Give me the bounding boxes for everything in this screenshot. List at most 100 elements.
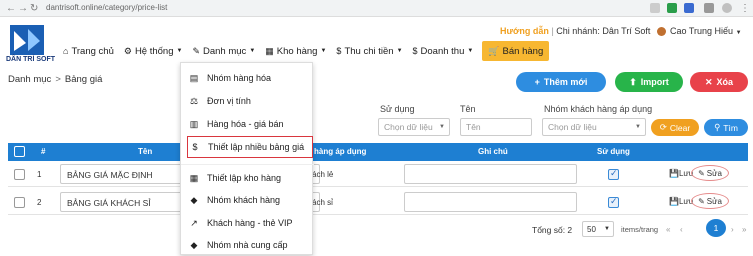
nav-category[interactable]: ✎ Danh mục ▼ bbox=[187, 40, 260, 62]
nav-warehouse[interactable]: ▦ Kho hàng ▼ bbox=[260, 40, 331, 62]
menu-item-supplier-group[interactable]: ◆ Nhóm nhà cung cấp bbox=[181, 234, 314, 256]
breadcrumb: Danh mục > Bảng giá bbox=[8, 74, 102, 85]
puzzle-icon[interactable] bbox=[704, 3, 714, 13]
nav-home[interactable]: ⌂ Trang chủ bbox=[58, 40, 119, 62]
menu-item-label: Hàng hóa - giá bán bbox=[207, 119, 284, 129]
name-filter-placeholder: Tên bbox=[466, 122, 481, 132]
next-page-icon[interactable]: › bbox=[731, 225, 734, 234]
per-page-label: items/trang bbox=[621, 225, 659, 234]
more-icon[interactable]: ⋮ bbox=[740, 3, 750, 14]
page-size-select[interactable]: 50 ▼ bbox=[582, 221, 614, 237]
arrow-icon: ↗ bbox=[190, 217, 198, 228]
close-icon: ✕ bbox=[704, 76, 713, 87]
vpn-icon[interactable] bbox=[684, 3, 694, 13]
row-save-button[interactable]: 💾Lưu bbox=[669, 197, 693, 206]
nav-revenue[interactable]: $ Doanh thu ▼ bbox=[408, 40, 479, 62]
branch-label: Chi nhánh: Dân Trí Soft bbox=[556, 26, 651, 36]
row-usage-checkbox[interactable] bbox=[608, 196, 619, 208]
header-num: # bbox=[41, 147, 46, 156]
add-button[interactable]: + Thêm mới bbox=[516, 72, 606, 92]
row-checkbox[interactable] bbox=[14, 197, 25, 208]
shield-icon[interactable] bbox=[667, 3, 677, 13]
chevron-down-icon: ▼ bbox=[439, 124, 445, 130]
row-note-input[interactable] bbox=[404, 192, 577, 212]
barcode-icon: ▥ bbox=[189, 118, 199, 129]
nav-income[interactable]: $ Thu chi tiền ▼ bbox=[331, 40, 407, 62]
save-icon: 💾 bbox=[669, 197, 679, 206]
back-icon[interactable]: ← bbox=[6, 3, 16, 14]
profile-icon[interactable] bbox=[722, 3, 732, 13]
row-edit-button[interactable]: ✎ Sửa bbox=[691, 165, 729, 181]
delete-button[interactable]: ✕ Xóa bbox=[690, 72, 748, 92]
nav-home-label: Trang chủ bbox=[71, 45, 114, 57]
pencil-icon: ✎ bbox=[698, 168, 705, 178]
search-button[interactable]: ⚲ Tìm bbox=[704, 119, 748, 136]
menu-item-customer-group[interactable]: ◆ Nhóm khách hàng bbox=[181, 189, 314, 211]
search-label: Tìm bbox=[723, 122, 738, 133]
row-note-input[interactable] bbox=[404, 164, 577, 184]
menu-item-product-group[interactable]: ▤ Nhóm hàng hóa bbox=[181, 67, 314, 89]
upload-icon: ⬆ bbox=[629, 76, 637, 87]
nav-income-label: Thu chi tiền bbox=[344, 45, 394, 57]
row-edit-button[interactable]: ✎ Sửa bbox=[691, 193, 729, 209]
forward-icon[interactable]: → bbox=[18, 3, 28, 14]
prev-page-icon[interactable]: ‹ bbox=[680, 225, 683, 234]
breadcrumb-root[interactable]: Danh mục bbox=[8, 74, 51, 85]
table-header: # Tên hàng áp dụng Ghi chú Sử dụng bbox=[8, 143, 748, 161]
group-filter-select[interactable]: Chọn dữ liệu ▼ bbox=[542, 118, 646, 136]
menu-item-warehouse-setup[interactable]: ▦ Thiết lập kho hàng bbox=[181, 167, 314, 189]
table-row: 1 BẢNG GIÁ MẶC ĐỊNH ách lẻ 💾Lưu ✎Sửa bbox=[8, 161, 748, 187]
row-edit-label: Sửa bbox=[706, 196, 722, 206]
help-link[interactable]: Hướng dẫn bbox=[500, 26, 549, 36]
warehouse-icon: ▦ bbox=[189, 172, 199, 183]
delete-label: Xóa bbox=[716, 77, 734, 87]
import-label: Import bbox=[640, 77, 669, 87]
clear-label: Clear bbox=[669, 122, 691, 133]
nav-revenue-label: Doanh thu bbox=[420, 45, 465, 57]
total-count: Tổng số: 2 bbox=[532, 225, 573, 235]
current-page[interactable]: 1 bbox=[706, 219, 726, 237]
import-button[interactable]: ⬆ Import bbox=[615, 72, 683, 92]
header-name: Tên bbox=[138, 147, 153, 156]
menu-item-label: Thiết lập kho hàng bbox=[207, 173, 282, 183]
menu-item-unit[interactable]: ⚖ Đơn vị tính bbox=[181, 90, 314, 112]
nav-system[interactable]: ⚙ Hệ thống ▼ bbox=[119, 40, 188, 62]
menu-divider bbox=[181, 164, 314, 165]
clipboard-icon: ▤ bbox=[189, 72, 199, 83]
browser-toolbar: ← → ↻ dantrisoft.online/category/price-l… bbox=[0, 0, 753, 17]
reload-icon[interactable]: ↻ bbox=[30, 3, 38, 14]
menu-item-multi-price[interactable]: $ Thiết lập nhiều bảng giá bbox=[187, 136, 313, 158]
user-name: Cao Trung Hiếu bbox=[670, 26, 734, 36]
usage-filter-label: Sử dụng bbox=[380, 104, 415, 114]
select-all-checkbox[interactable] bbox=[14, 146, 25, 157]
row-save-button[interactable]: 💾Lưu bbox=[669, 169, 693, 178]
menu-item-product-price[interactable]: ▥ Hàng hóa - giá bán bbox=[181, 113, 314, 135]
main-nav: ⌂ Trang chủ ⚙ Hệ thống ▼ ✎ Danh mục ▼ ▦ Kho hà… bbox=[58, 40, 550, 62]
menu-item-vip-customer[interactable]: ↗ Khách hàng - thẻ VIP bbox=[181, 212, 314, 234]
clear-button[interactable]: ⟳ Clear bbox=[651, 119, 699, 136]
name-filter-input[interactable]: Tên bbox=[460, 118, 532, 136]
tag-icon: ◆ bbox=[190, 239, 198, 250]
chevron-down-icon: ▼ bbox=[604, 226, 610, 232]
address-bar[interactable]: dantrisoft.online/category/price-list bbox=[46, 2, 167, 14]
row-group: ách lẻ bbox=[312, 170, 334, 179]
row-checkbox[interactable] bbox=[14, 169, 25, 180]
menu-item-label: Nhóm khách hàng bbox=[207, 195, 281, 205]
breadcrumb-current: Bảng giá bbox=[64, 74, 103, 85]
first-page-icon[interactable]: « bbox=[666, 225, 670, 234]
avatar[interactable] bbox=[657, 27, 666, 36]
row-edit-label: Sửa bbox=[706, 168, 722, 178]
last-page-icon[interactable]: » bbox=[742, 225, 746, 234]
plus-icon: + bbox=[534, 77, 540, 87]
usage-filter-select[interactable]: Chọn dữ liệu ▼ bbox=[378, 118, 450, 136]
user-menu[interactable]: Cao Trung Hiếu ▼ bbox=[670, 26, 742, 36]
extension-icon[interactable] bbox=[650, 3, 660, 13]
menu-item-label: Nhóm nhà cung cấp bbox=[207, 240, 288, 250]
row-usage-checkbox[interactable] bbox=[608, 168, 619, 180]
header-group: hàng áp dụng bbox=[314, 147, 367, 156]
sale-button[interactable]: 🛒 Bán hàng bbox=[482, 41, 550, 61]
breadcrumb-separator: > bbox=[55, 74, 61, 85]
add-label: Thêm mới bbox=[543, 77, 588, 87]
scale-icon: ⚖ bbox=[189, 95, 199, 106]
save-icon: 💾 bbox=[669, 169, 679, 178]
